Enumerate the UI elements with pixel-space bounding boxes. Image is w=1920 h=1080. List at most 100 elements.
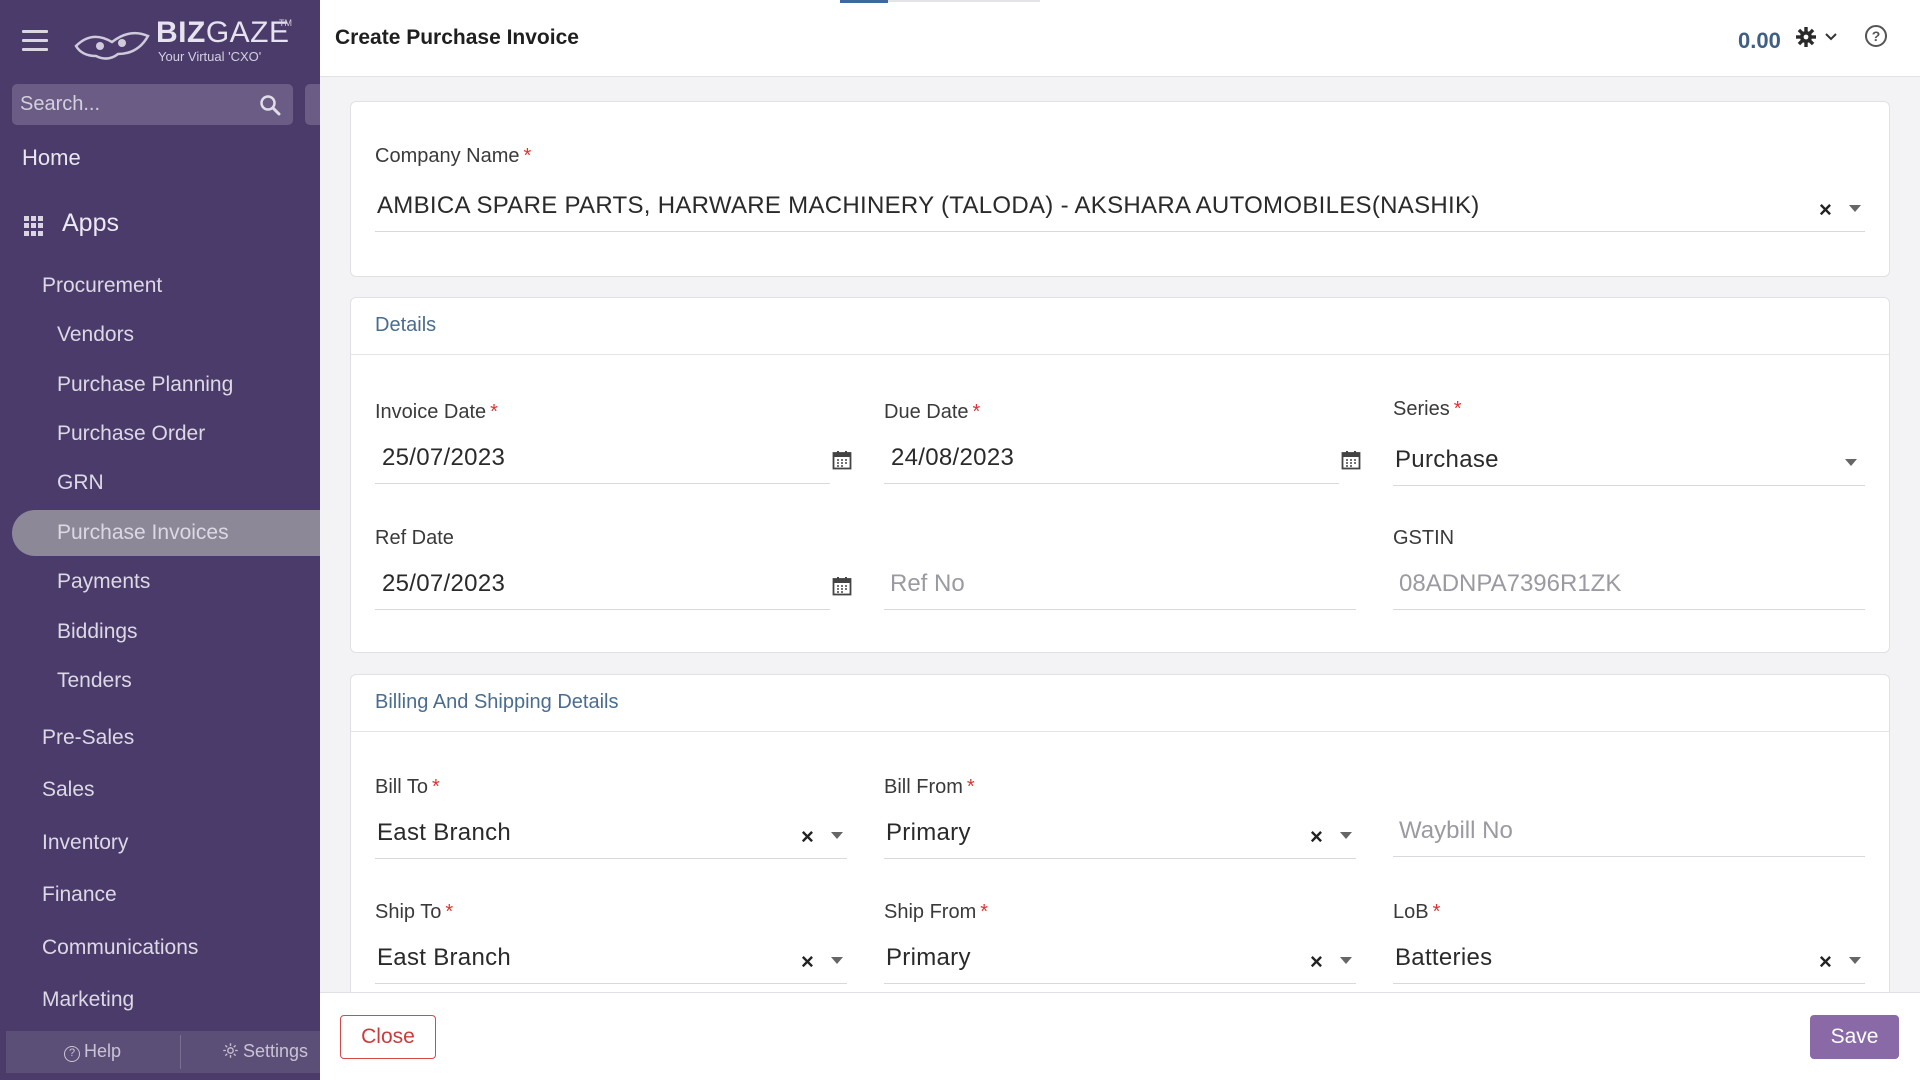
search-input[interactable] bbox=[20, 90, 250, 118]
bill-from-select[interactable]: Primary × bbox=[884, 809, 1356, 859]
details-card-header: Details bbox=[351, 298, 1889, 355]
sidebar-item-purchase-planning[interactable]: Purchase Planning bbox=[57, 373, 233, 397]
sidebar-item-home[interactable]: Home bbox=[22, 145, 81, 171]
required-marker: * bbox=[490, 401, 498, 423]
caret-down-icon[interactable] bbox=[831, 957, 843, 964]
series-select[interactable]: Purchase bbox=[1393, 436, 1865, 486]
company-card: Company Name * AMBICA SPARE PARTS, HARWAR… bbox=[350, 101, 1890, 277]
sidebar-item-finance[interactable]: Finance bbox=[42, 883, 117, 907]
footer-divider bbox=[180, 1035, 181, 1069]
details-title: Details bbox=[375, 314, 437, 336]
clear-icon[interactable]: × bbox=[1310, 949, 1323, 975]
top-tab-indicator bbox=[840, 0, 888, 3]
clear-icon[interactable]: × bbox=[1310, 824, 1323, 850]
bill-from-value: Primary bbox=[886, 819, 971, 846]
settings-button[interactable]: Settings bbox=[222, 1041, 308, 1062]
ship-to-select[interactable]: East Branch × bbox=[375, 934, 847, 984]
help-icon[interactable]: ? bbox=[1865, 25, 1887, 47]
sidebar-item-pre-sales[interactable]: Pre-Sales bbox=[42, 726, 134, 750]
page-header: Create Purchase Invoice 0.00 ? bbox=[320, 0, 1920, 77]
sidebar-item-procurement[interactable]: Procurement bbox=[42, 274, 162, 298]
caret-down-icon[interactable] bbox=[831, 832, 843, 839]
clear-icon[interactable]: × bbox=[801, 949, 814, 975]
sidebar-item-purchase-invoices[interactable]: Purchase Invoices bbox=[57, 521, 229, 545]
caret-down-icon[interactable] bbox=[1849, 205, 1861, 212]
series-label: Series * bbox=[1393, 398, 1462, 420]
lob-select[interactable]: Batteries × bbox=[1393, 934, 1865, 984]
sidebar-item-communications[interactable]: Communications bbox=[42, 936, 198, 960]
ship-to-value: East Branch bbox=[377, 944, 512, 971]
sidebar-item-payments[interactable]: Payments bbox=[57, 570, 150, 594]
bill-to-select[interactable]: East Branch × bbox=[375, 809, 847, 859]
save-button[interactable]: Save bbox=[1810, 1015, 1899, 1059]
invoice-total: 0.00 bbox=[1738, 28, 1781, 53]
lob-value: Batteries bbox=[1395, 944, 1493, 971]
gstin-input[interactable] bbox=[1399, 568, 1777, 600]
invoice-date-label: Invoice Date * bbox=[375, 401, 498, 423]
calendar-icon[interactable] bbox=[1341, 450, 1361, 470]
ref-date-field[interactable]: 25/07/2023 bbox=[375, 560, 852, 610]
sidebar-item-biddings[interactable]: Biddings bbox=[57, 620, 138, 644]
sidebar-item-label: Apps bbox=[62, 209, 119, 237]
ref-no-input[interactable] bbox=[890, 568, 1268, 600]
ref-date-value: 25/07/2023 bbox=[382, 570, 506, 597]
required-marker: * bbox=[432, 776, 440, 798]
help-button[interactable]: ? Help bbox=[64, 1041, 121, 1062]
chevron-down-icon[interactable] bbox=[1825, 32, 1837, 42]
owl-logo-icon bbox=[74, 31, 150, 60]
caret-down-icon[interactable] bbox=[1845, 459, 1857, 466]
clear-icon[interactable]: × bbox=[801, 824, 814, 850]
calendar-icon[interactable] bbox=[832, 450, 852, 470]
company-name-label: Company Name * bbox=[375, 145, 532, 167]
sidebar-item-grn[interactable]: GRN bbox=[57, 471, 104, 495]
due-date-label: Due Date * bbox=[884, 401, 981, 423]
search-filter-toggle[interactable] bbox=[305, 84, 320, 125]
lob-label: LoB * bbox=[1393, 901, 1441, 923]
required-marker: * bbox=[1453, 398, 1462, 420]
due-date-field[interactable]: 24/08/2023 bbox=[884, 434, 1361, 484]
sidebar-header: BIZGAZE TM Your Virtual 'CXO' bbox=[0, 0, 320, 80]
billing-card-header: Billing And Shipping Details bbox=[351, 675, 1889, 732]
caret-down-icon[interactable] bbox=[1340, 957, 1352, 964]
sidebar-item-tenders[interactable]: Tenders bbox=[57, 669, 132, 693]
search-icon[interactable] bbox=[259, 94, 281, 116]
page-title: Create Purchase Invoice bbox=[335, 26, 579, 49]
bill-to-value: East Branch bbox=[377, 819, 512, 846]
ship-from-label: Ship From * bbox=[884, 901, 989, 923]
required-marker: * bbox=[966, 776, 975, 798]
caret-down-icon[interactable] bbox=[1849, 957, 1861, 964]
gstin-field[interactable] bbox=[1393, 560, 1865, 610]
sidebar-item-marketing[interactable]: Marketing bbox=[42, 988, 134, 1012]
required-marker: * bbox=[1432, 901, 1441, 923]
sidebar-item-vendors[interactable]: Vendors bbox=[57, 323, 134, 347]
caret-down-icon[interactable] bbox=[1340, 832, 1352, 839]
help-circle-icon: ? bbox=[64, 1046, 80, 1062]
ref-no-field[interactable] bbox=[884, 560, 1356, 610]
required-marker: * bbox=[980, 901, 989, 923]
brand-logo[interactable]: BIZGAZE TM Your Virtual 'CXO' bbox=[72, 16, 292, 68]
details-card: Details Invoice Date * 25/07/2023 Due Dat… bbox=[350, 297, 1890, 653]
clear-icon[interactable]: × bbox=[1819, 197, 1832, 223]
ship-to-label: Ship To * bbox=[375, 901, 454, 923]
due-date-value: 24/08/2023 bbox=[891, 444, 1015, 471]
hamburger-menu-icon[interactable] bbox=[22, 30, 48, 52]
sidebar-item-purchase-order[interactable]: Purchase Order bbox=[57, 422, 205, 446]
company-name-select[interactable]: AMBICA SPARE PARTS, HARWARE MACHINERY (T… bbox=[375, 182, 1865, 232]
sidebar-item-sales[interactable]: Sales bbox=[42, 778, 95, 802]
close-button[interactable]: Close bbox=[340, 1015, 436, 1059]
sidebar-search bbox=[12, 84, 293, 125]
gear-icon[interactable] bbox=[1795, 26, 1817, 48]
invoice-date-field[interactable]: 25/07/2023 bbox=[375, 434, 852, 484]
waybill-no-input[interactable] bbox=[1399, 815, 1777, 847]
calendar-icon[interactable] bbox=[832, 576, 852, 596]
apps-grid-icon bbox=[24, 216, 44, 236]
billing-title: Billing And Shipping Details bbox=[375, 691, 619, 713]
company-name-value: AMBICA SPARE PARTS, HARWARE MACHINERY (T… bbox=[377, 192, 1480, 219]
ship-from-select[interactable]: Primary × bbox=[884, 934, 1356, 984]
waybill-no-field[interactable] bbox=[1393, 807, 1865, 857]
ship-from-value: Primary bbox=[886, 944, 971, 971]
sidebar-item-inventory[interactable]: Inventory bbox=[42, 831, 128, 855]
series-value: Purchase bbox=[1395, 446, 1499, 473]
clear-icon[interactable]: × bbox=[1819, 949, 1832, 975]
invoice-date-value: 25/07/2023 bbox=[382, 444, 506, 471]
